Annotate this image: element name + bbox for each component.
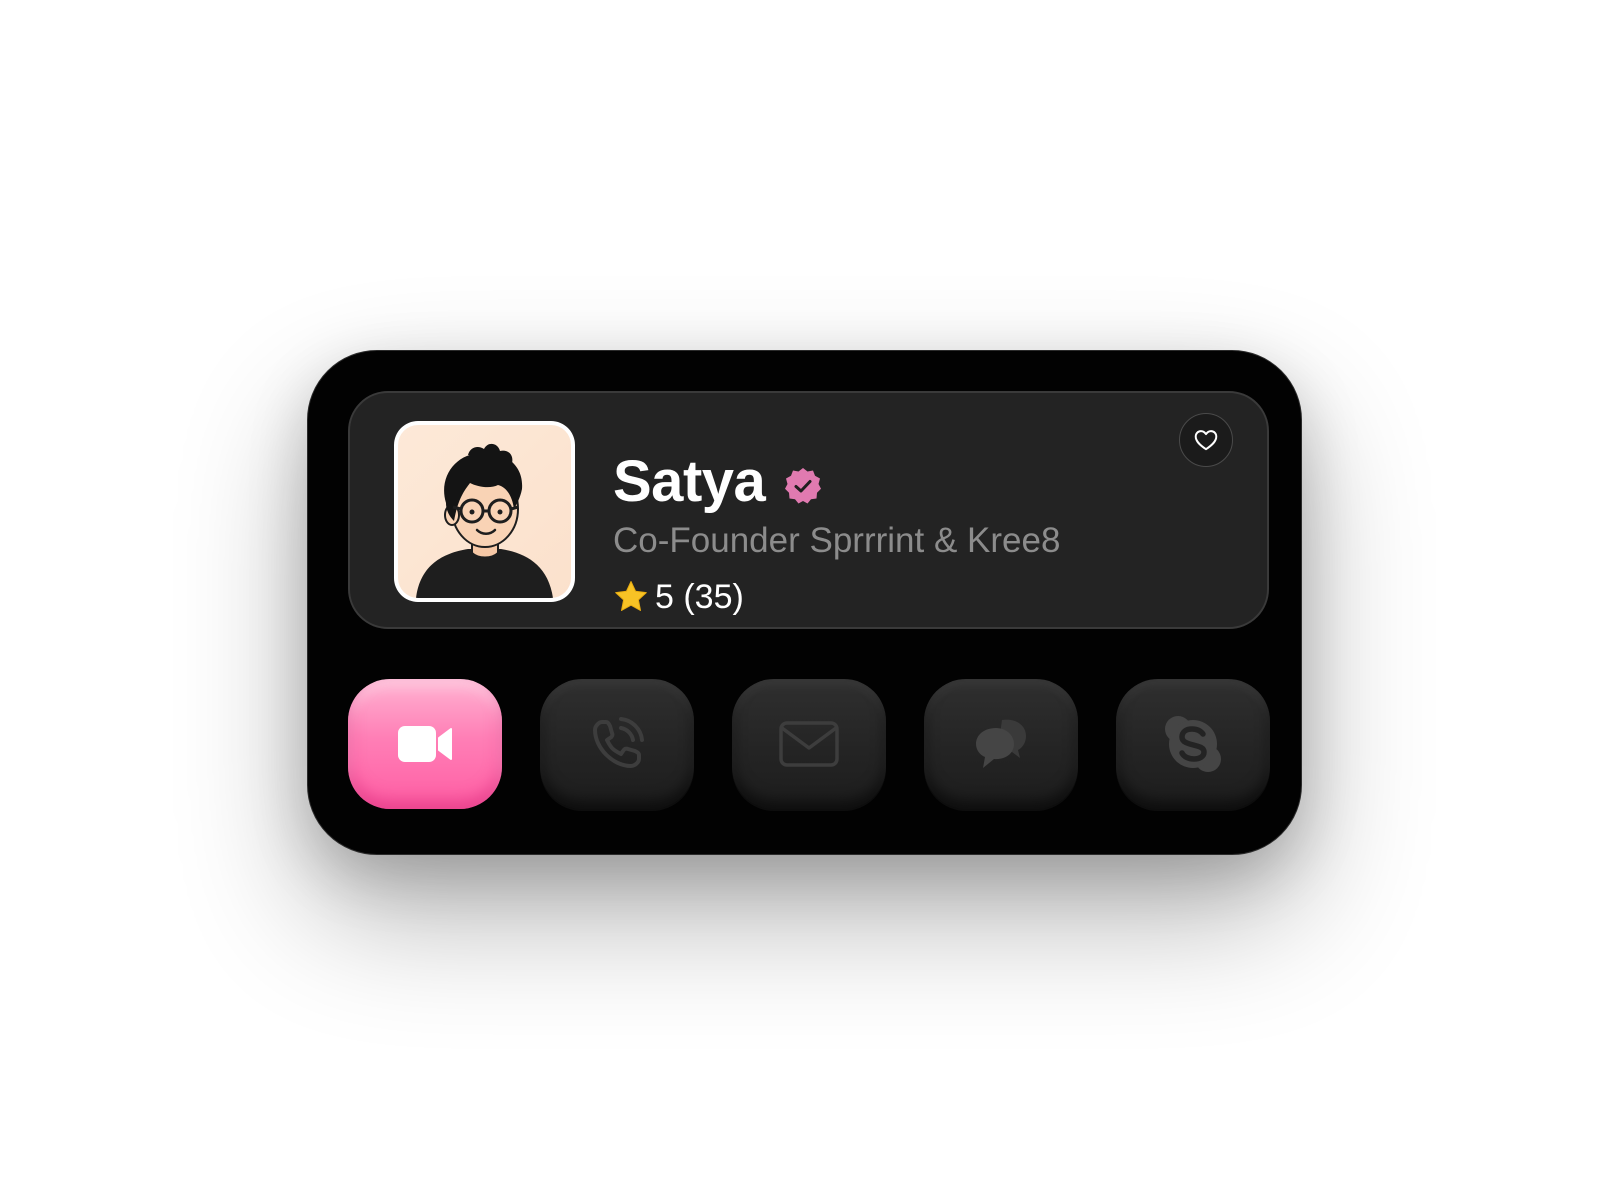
skype-icon [1165,716,1221,772]
avatar [394,421,575,602]
verified-badge-icon [785,468,822,504]
profile-title: Co-Founder Sprrrint & Kree8 [613,521,1061,560]
phone-call-button[interactable] [540,679,694,809]
favorite-button[interactable] [1179,413,1233,467]
rating-row: 5 (35) [613,577,744,617]
phone-call-icon [593,717,644,768]
name-row: Satya [613,451,823,513]
heart-outline-icon [1194,430,1218,451]
chat-button[interactable] [924,679,1078,809]
chat-bubbles-icon [976,719,1026,768]
profile-name: Satya [613,449,766,514]
star-icon [615,581,647,611]
envelope-icon [779,721,839,767]
video-camera-icon [398,726,452,762]
video-call-button[interactable] [348,679,502,809]
action-buttons [348,679,1270,809]
canvas: Satya Co-Founder Sprrrint & Kree8 5 (35) [0,0,1600,1200]
rating-value: 5 (35) [655,578,744,616]
skype-button[interactable] [1116,679,1270,809]
profile-card: Satya Co-Founder Sprrrint & Kree8 5 (35) [348,391,1269,629]
email-button[interactable] [732,679,886,809]
contact-widget: Satya Co-Founder Sprrrint & Kree8 5 (35) [307,350,1302,855]
avatar-illustration [398,425,571,598]
